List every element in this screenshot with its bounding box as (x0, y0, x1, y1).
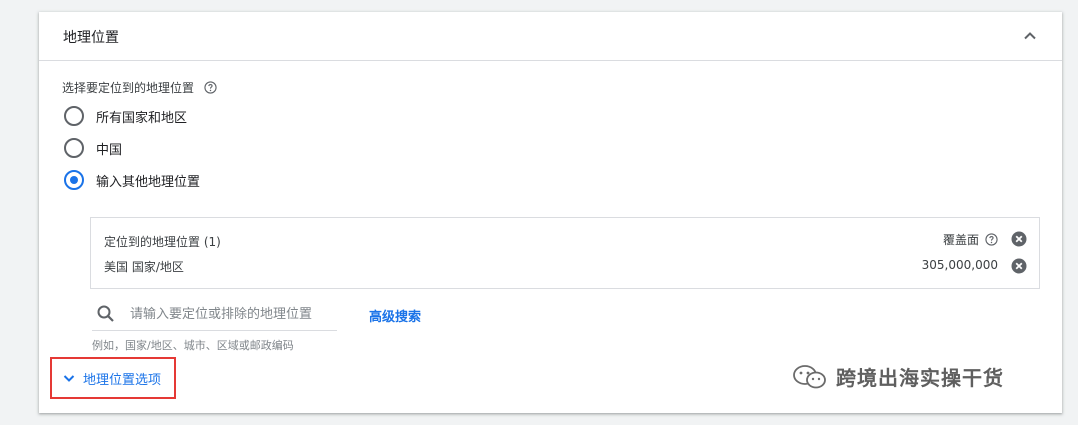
search-icon (97, 305, 114, 322)
help-icon[interactable] (985, 233, 998, 246)
close-circle-icon[interactable] (1011, 258, 1027, 274)
location-item-label: 美国 国家/地区 (104, 260, 184, 274)
radio-label: 中国 (96, 142, 123, 158)
radio-button-selected[interactable] (64, 170, 84, 190)
location-options-label: 地理位置选项 (83, 372, 162, 388)
advanced-search-link[interactable]: 高级搜索 (369, 306, 421, 325)
radio-button[interactable] (64, 138, 84, 158)
section-label-text: 选择要定位到的地理位置 (62, 81, 195, 95)
location-search-input[interactable] (130, 303, 330, 325)
wechat-icon (793, 364, 826, 388)
location-panel: 地理位置 选择要定位到的地理位置 所有国家和地区 中国 输入其他地理位置 定位到… (39, 12, 1062, 413)
section-label: 选择要定位到的地理位置 (62, 79, 217, 96)
location-search (92, 300, 337, 331)
radio-label: 所有国家和地区 (96, 110, 188, 126)
targeted-locations-box: 定位到的地理位置 (1) 覆盖面 美国 国家/地区 305,000,000 (90, 217, 1040, 289)
help-icon[interactable] (204, 81, 217, 94)
radio-china[interactable]: 中国 (64, 138, 122, 158)
chevron-down-icon (63, 375, 75, 382)
radio-all-countries[interactable]: 所有国家和地区 (64, 106, 187, 126)
reach-header: 覆盖面 (943, 231, 998, 248)
watermark: 跨境出海实操干货 (790, 362, 1004, 391)
panel-header[interactable]: 地理位置 (39, 12, 1062, 61)
targeted-locations-header: 定位到的地理位置 (1) (104, 235, 221, 249)
close-circle-icon[interactable] (1011, 231, 1027, 247)
radio-button[interactable] (64, 106, 84, 126)
radio-other-location[interactable]: 输入其他地理位置 (64, 170, 200, 190)
reach-header-label: 覆盖面 (942, 233, 979, 247)
radio-label: 输入其他地理位置 (96, 174, 201, 190)
chevron-up-icon[interactable] (1020, 26, 1040, 46)
location-options-toggle[interactable]: 地理位置选项 (50, 357, 176, 399)
location-reach-value: 305,000,000 (921, 258, 998, 272)
search-hint: 例如，国家/地区、城市、区域或邮政编码 (92, 339, 294, 352)
watermark-text: 跨境出海实操干货 (836, 366, 1004, 390)
panel-title: 地理位置 (63, 30, 119, 46)
